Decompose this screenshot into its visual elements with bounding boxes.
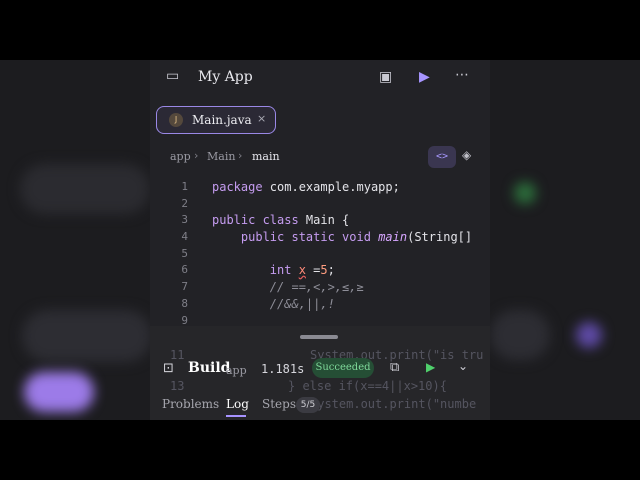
steps-count-badge: 5/5 — [296, 397, 320, 413]
build-target: app — [226, 364, 247, 377]
build-duration: 1.181s — [261, 362, 305, 376]
breadcrumb-item-main-method[interactable]: main — [252, 150, 280, 163]
line-number: 1 — [181, 180, 188, 193]
app-title: My App — [198, 69, 253, 85]
layers-icon[interactable]: ◈ — [462, 148, 471, 162]
build-bar: ⊡ Build app 1.181s Succeeded ⧉ ▶ ⌄ — [150, 356, 490, 386]
tab-log[interactable]: Log — [226, 397, 249, 411]
code-line: //&&,||,! — [212, 297, 335, 311]
close-icon[interactable]: × — [257, 112, 266, 125]
line-number: 7 — [181, 280, 188, 293]
terminal-icon: ⊡ — [163, 361, 174, 376]
sidebar-toggle-icon[interactable]: ▭ — [166, 68, 179, 84]
status-badge: Succeeded — [312, 358, 374, 378]
background-blob — [514, 182, 536, 204]
tab-label: Main.java — [192, 113, 252, 127]
panel-tabs: Problems Log Steps — [150, 394, 490, 420]
code-editor[interactable]: 1 package com.example.myapp; 2 3 public … — [150, 176, 490, 327]
code-view-button[interactable]: <> — [428, 146, 456, 168]
build-title: Build — [188, 360, 231, 376]
line-number: 8 — [181, 297, 188, 310]
panel-drag-handle[interactable] — [300, 335, 338, 339]
editor-tabs: J Main.java × — [150, 104, 490, 138]
copy-icon[interactable]: ⧉ — [390, 360, 399, 375]
code-line: // ==,<,>,≤,≥ — [212, 280, 364, 294]
line-number: 6 — [181, 263, 188, 276]
background-blob — [20, 164, 150, 214]
breadcrumb-item-app[interactable]: app — [170, 150, 191, 163]
line-number: 2 — [181, 197, 188, 210]
background-blob — [490, 310, 550, 360]
screenshot-frame: ▭ My App ▣ ▶ ⋯ J Main.java × app › Main … — [0, 0, 640, 480]
tab-problems[interactable]: Problems — [162, 397, 219, 411]
letterbox-top — [0, 0, 640, 60]
chevron-right-icon: › — [194, 149, 199, 162]
code-line: package com.example.myapp; — [212, 180, 400, 194]
code-line: public class Main { — [212, 213, 350, 227]
code-line: public static void main(String[] — [240, 230, 473, 244]
letterbox-bottom — [0, 420, 640, 480]
java-file-icon: J — [169, 113, 183, 127]
chevron-right-icon: › — [238, 149, 243, 162]
tab-steps[interactable]: Steps — [262, 397, 296, 411]
more-icon[interactable]: ⋯ — [455, 67, 469, 83]
code-line: int x =5; — [269, 263, 335, 277]
run-icon[interactable]: ▶ — [426, 360, 435, 374]
background-blob — [22, 310, 152, 362]
ide-window: ▭ My App ▣ ▶ ⋯ J Main.java × app › Main … — [150, 60, 490, 420]
title-bar: ▭ My App ▣ ▶ ⋯ — [150, 60, 490, 96]
line-number: 5 — [181, 247, 188, 260]
breadcrumb-item-main-class[interactable]: Main — [207, 150, 235, 163]
play-icon[interactable]: ▶ — [419, 69, 430, 85]
active-tab-indicator — [226, 415, 246, 417]
save-icon[interactable]: ▣ — [379, 69, 392, 85]
tab-main-java[interactable]: J Main.java × — [156, 106, 276, 134]
line-number: 3 — [181, 213, 188, 226]
background-blob — [576, 322, 602, 348]
chevron-down-icon[interactable]: ⌄ — [458, 359, 468, 373]
background-blob — [24, 372, 94, 412]
line-number: 4 — [181, 230, 188, 243]
